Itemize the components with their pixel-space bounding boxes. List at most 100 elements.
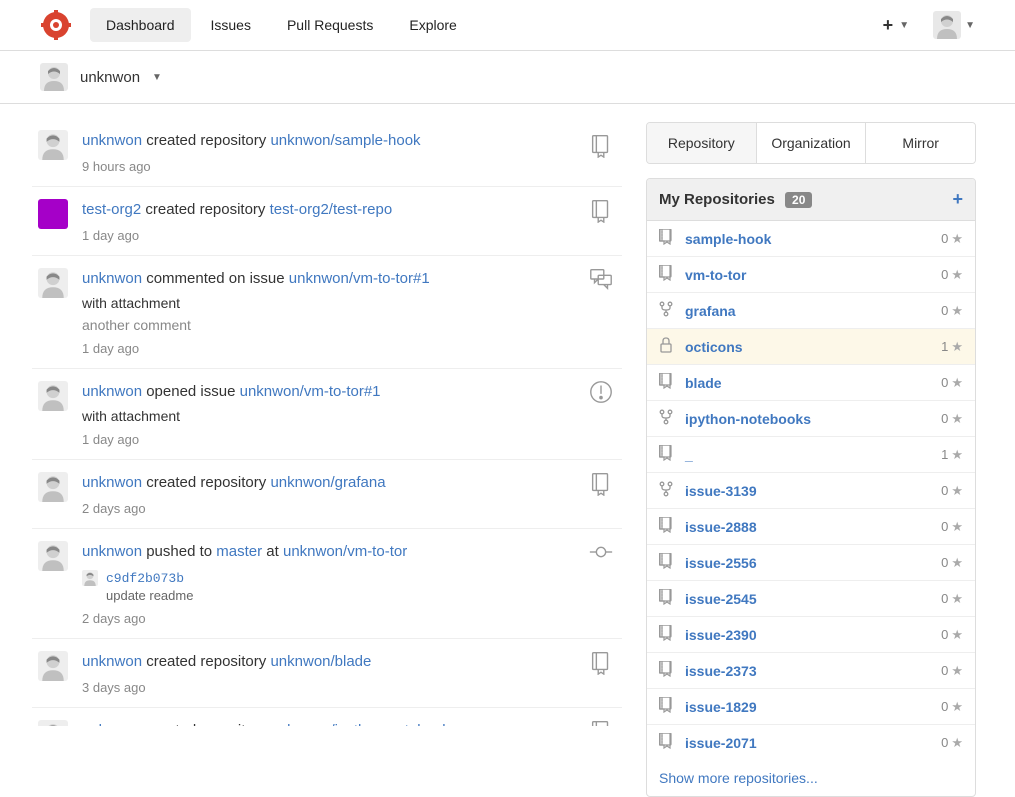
tab-mirror[interactable]: Mirror	[866, 123, 975, 163]
nav-pull-requests[interactable]: Pull Requests	[271, 8, 389, 42]
repo-link[interactable]: vm-to-tor	[685, 267, 941, 283]
add-repo-button[interactable]: +	[952, 189, 963, 210]
target-link[interactable]: unknwon/sample-hook	[270, 132, 420, 149]
repo-row[interactable]: grafana0 ★	[647, 293, 975, 329]
repo-link[interactable]: issue-1829	[685, 699, 941, 715]
repo-row[interactable]: issue-25450 ★	[647, 581, 975, 617]
sidebar: Repository Organization Mirror My Reposi…	[646, 122, 976, 797]
commit-sha-link[interactable]: c9df2b073b	[106, 571, 184, 586]
repo-link[interactable]: issue-2390	[685, 627, 941, 643]
actor-link[interactable]: unknwon	[82, 722, 142, 726]
feed-item: unknwon commented on issue unknwon/vm-to…	[32, 256, 622, 369]
context-username[interactable]: unknwon	[80, 69, 140, 86]
repo-row[interactable]: octicons1 ★	[647, 329, 975, 365]
repo-row[interactable]: issue-23900 ★	[647, 617, 975, 653]
show-more-link[interactable]: Show more repositories...	[647, 760, 975, 796]
feed-type-icon	[588, 197, 614, 226]
tab-organization[interactable]: Organization	[757, 123, 867, 163]
branch-link[interactable]: master	[216, 543, 262, 560]
repo-link[interactable]: _	[685, 447, 941, 463]
target-link[interactable]: unknwon/vm-to-tor#1	[240, 383, 381, 400]
feed-item: unknwon created repository unknwon/ipyth…	[32, 708, 622, 726]
target-link[interactable]: unknwon/ipython-notebooks	[270, 722, 457, 726]
repo-link[interactable]: issue-2071	[685, 735, 941, 751]
repo-row[interactable]: issue-31390 ★	[647, 473, 975, 509]
nav-dashboard[interactable]: Dashboard	[90, 8, 191, 42]
star-icon: ★	[951, 735, 963, 751]
repo-stars: 0 ★	[941, 231, 963, 247]
repo-link[interactable]: issue-2556	[685, 555, 941, 571]
target-link[interactable]: unknwon/vm-to-tor#1	[289, 270, 430, 287]
actor-link[interactable]: unknwon	[82, 270, 142, 287]
repo-stars: 1 ★	[941, 447, 963, 463]
repo-row[interactable]: _1 ★	[647, 437, 975, 473]
repo-link[interactable]: sample-hook	[685, 231, 941, 247]
panel-title: My Repositories 20	[659, 191, 952, 208]
nav-issues[interactable]: Issues	[195, 8, 267, 42]
repo-type-icon	[659, 445, 675, 464]
repo-link[interactable]: blade	[685, 375, 941, 391]
repo-stars: 0 ★	[941, 555, 963, 571]
repo-link[interactable]: octicons	[685, 339, 941, 355]
user-menu[interactable]: ▼	[933, 11, 975, 39]
plus-icon: +	[883, 15, 894, 36]
caret-down-icon[interactable]: ▼	[152, 72, 162, 83]
repo-row[interactable]: issue-18290 ★	[647, 689, 975, 725]
repo-type-icon	[659, 697, 675, 716]
repo-row[interactable]: issue-23730 ★	[647, 653, 975, 689]
feed-type-icon	[588, 132, 614, 161]
repo-row[interactable]: issue-28880 ★	[647, 509, 975, 545]
actor-link[interactable]: unknwon	[82, 653, 142, 670]
feed-type-icon	[588, 539, 614, 568]
repo-type-icon	[659, 481, 675, 500]
repo-stars: 0 ★	[941, 663, 963, 679]
target-link[interactable]: test-org2/test-repo	[270, 201, 393, 218]
repo-count-badge: 20	[785, 192, 812, 208]
target-link[interactable]: unknwon/vm-to-tor	[283, 543, 407, 560]
feed-time: 2 days ago	[82, 501, 616, 516]
repo-type-icon	[659, 553, 675, 572]
repo-row[interactable]: ipython-notebooks0 ★	[647, 401, 975, 437]
feed-title: test-org2 created repository test-org2/t…	[82, 199, 616, 220]
my-repositories-panel: My Repositories 20 + sample-hook0 ★vm-to…	[646, 178, 976, 797]
feed-title: unknwon created repository unknwon/ipyth…	[82, 720, 616, 726]
target-link[interactable]: unknwon/grafana	[270, 474, 385, 491]
repo-row[interactable]: sample-hook0 ★	[647, 221, 975, 257]
repo-row[interactable]: issue-20710 ★	[647, 725, 975, 760]
repo-row[interactable]: vm-to-tor0 ★	[647, 257, 975, 293]
repo-type-icon	[659, 229, 675, 248]
repo-link[interactable]: issue-3139	[685, 483, 941, 499]
tab-repository[interactable]: Repository	[647, 123, 757, 163]
nav-explore[interactable]: Explore	[393, 8, 472, 42]
top-navbar: Dashboard Issues Pull Requests Explore +…	[0, 0, 1015, 51]
repo-type-icon	[659, 661, 675, 680]
repo-type-icon	[659, 733, 675, 752]
repo-link[interactable]: issue-2888	[685, 519, 941, 535]
star-icon: ★	[951, 411, 963, 427]
target-link[interactable]: unknwon/blade	[270, 653, 371, 670]
actor-link[interactable]: unknwon	[82, 474, 142, 491]
repo-row[interactable]: issue-25560 ★	[647, 545, 975, 581]
repo-link[interactable]: issue-2373	[685, 663, 941, 679]
actor-link[interactable]: unknwon	[82, 132, 142, 149]
actor-link[interactable]: unknwon	[82, 543, 142, 560]
repo-link[interactable]: issue-2545	[685, 591, 941, 607]
avatar	[933, 11, 961, 39]
feed-time: 3 days ago	[82, 680, 616, 695]
repo-type-icon	[659, 373, 675, 392]
feed-title: unknwon created repository unknwon/grafa…	[82, 472, 616, 493]
repo-link[interactable]: grafana	[685, 303, 941, 319]
repo-type-icon	[659, 265, 675, 284]
create-menu[interactable]: + ▼	[883, 15, 909, 36]
actor-link[interactable]: unknwon	[82, 383, 142, 400]
feed-time: 2 days ago	[82, 611, 616, 626]
actor-link[interactable]: test-org2	[82, 201, 141, 218]
feed-title: unknwon pushed to master at unknwon/vm-t…	[82, 541, 616, 562]
feed-title: unknwon opened issue unknwon/vm-to-tor#1	[82, 381, 616, 402]
star-icon: ★	[951, 375, 963, 391]
logo-icon[interactable]	[40, 9, 72, 41]
repo-link[interactable]: ipython-notebooks	[685, 411, 941, 427]
repo-type-icon	[659, 517, 675, 536]
repo-stars: 0 ★	[941, 483, 963, 499]
repo-row[interactable]: blade0 ★	[647, 365, 975, 401]
